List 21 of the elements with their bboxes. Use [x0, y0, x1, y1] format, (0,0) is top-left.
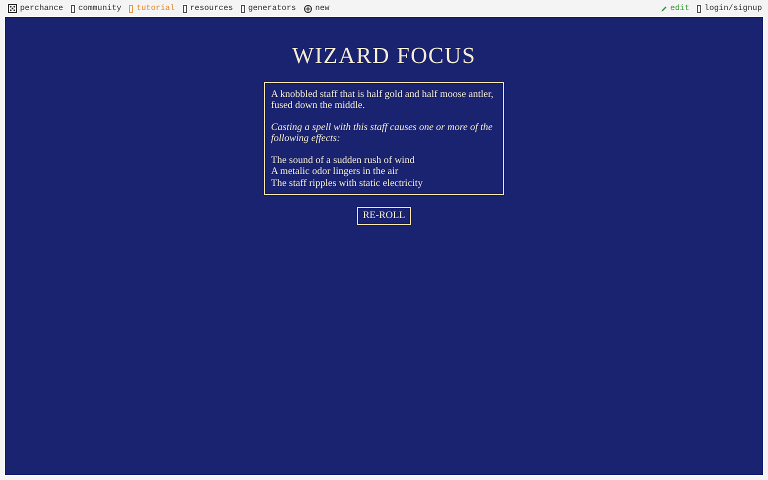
effect-line: The sound of a sudden rush of wind: [271, 154, 416, 166]
box-icon: [697, 4, 702, 12]
nav-link[interactable]: login/signup: [697, 2, 762, 14]
effects-intro: Casting a spell with this staff causes one or more of the following effects:: [271, 122, 494, 144]
effect-line: The staff ripples with static electricity: [271, 178, 424, 189]
pencil-icon: [661, 6, 668, 12]
box-icon: [129, 4, 134, 12]
dice-icon: [8, 4, 17, 13]
nav-link[interactable]: new: [304, 2, 330, 14]
nav-link[interactable]: perchance: [8, 2, 64, 14]
effect-line: A metalic odor lingers in the air: [271, 166, 400, 178]
reroll-button[interactable]: RE-ROLL: [356, 207, 412, 225]
description-text: A knobbled staff that is half gold and half moose antler, fused down the middle.: [271, 88, 494, 112]
box-icon: [241, 4, 246, 12]
box-icon: [182, 4, 187, 12]
plus-icon: [304, 4, 312, 12]
nav-link[interactable]: resources: [182, 2, 234, 14]
box-icon: [71, 4, 76, 12]
nav-link[interactable]: community: [71, 2, 122, 14]
page-title: WIZARD FOCUS: [292, 42, 476, 70]
nav-link[interactable]: generators: [241, 2, 296, 14]
